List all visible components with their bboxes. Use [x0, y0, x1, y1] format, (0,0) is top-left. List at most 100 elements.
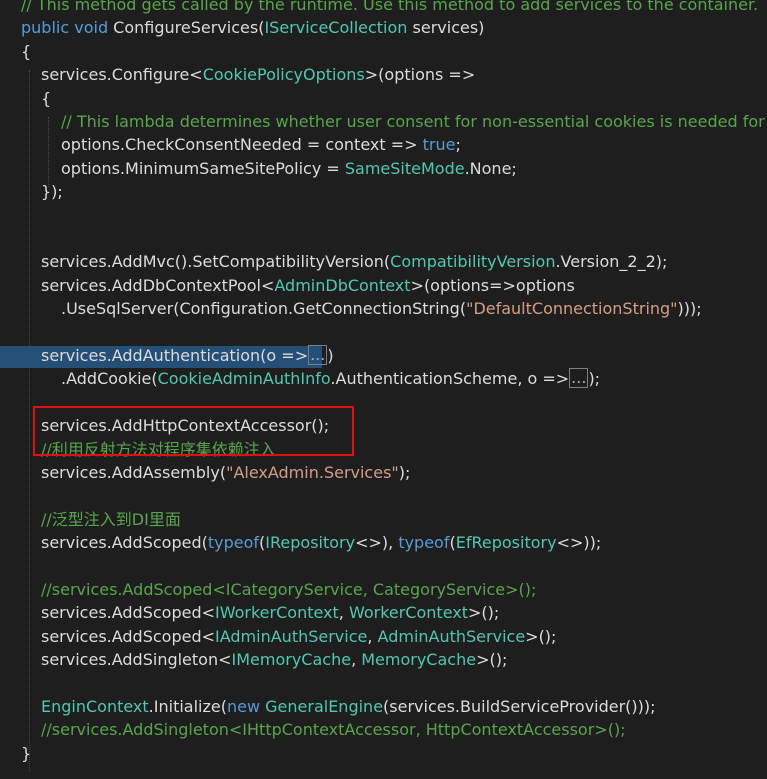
code-line[interactable]: //services.AddSingleton<IHttpContextAcce…	[0, 719, 767, 741]
code-token: CompatibilityVersion	[390, 252, 556, 272]
code-line[interactable]: options.CheckConsentNeeded = context => …	[0, 134, 767, 156]
code-token: "DefaultConnectionString"	[466, 299, 678, 319]
code-token: //services.AddSingleton<IHttpContextAcce…	[41, 720, 626, 740]
code-token: services.AddScoped<	[41, 626, 216, 646]
code-token: .None;	[464, 158, 517, 178]
code-token: ,	[367, 626, 378, 646]
code-token: services.Configure<	[41, 65, 203, 85]
code-token: EnginContext	[41, 697, 149, 716]
code-token: GeneralEngine	[265, 697, 384, 716]
code-line[interactable]	[0, 673, 767, 695]
code-token: CookieAdminAuthInfo	[157, 369, 331, 389]
code-token: ,	[338, 603, 349, 623]
code-token: .AddCookie(	[61, 369, 158, 389]
code-token: IAdminAuthService	[215, 626, 368, 646]
code-token: AdminAuthService	[377, 626, 526, 646]
code-token: {	[41, 88, 52, 108]
code-token: typeof	[398, 533, 450, 553]
code-token: }	[21, 743, 32, 763]
code-token: services)	[407, 18, 485, 38]
code-line[interactable]: services.AddScoped<IWorkerContext, Worke…	[0, 602, 767, 624]
collapsed-region-marker[interactable]: ...	[308, 345, 328, 365]
code-token: WorkerContext	[348, 603, 468, 623]
code-line[interactable]: services.AddDbContextPool<AdminDbContext…	[0, 275, 767, 297]
code-token: services.AddDbContextPool<	[41, 275, 275, 295]
code-token: });	[41, 182, 63, 202]
code-line[interactable]: services.AddScoped(typeof(IRepository<>)…	[0, 532, 767, 554]
code-token: options.MinimumSameSitePolicy =	[61, 158, 345, 178]
code-token: //services.AddScoped<ICategoryService, C…	[41, 580, 537, 599]
code-line[interactable]: services.AddSingleton<IMemoryCache, Memo…	[0, 649, 767, 671]
code-line[interactable]	[0, 485, 767, 507]
code-token: services.AddMvc().SetCompatibilityVersio…	[41, 252, 391, 272]
code-token: AdminDbContext	[274, 275, 411, 295]
code-token: //泛型注入到DI里面	[41, 509, 181, 529]
code-token: // This method gets called by the runtim…	[21, 0, 759, 14]
code-token: )));	[677, 299, 702, 319]
code-token: services.AddAuthentication(o =>	[41, 346, 309, 365]
code-token: options.CheckConsentNeeded = context =>	[61, 135, 423, 155]
code-line[interactable]: public void ConfigureServices(IServiceCo…	[0, 17, 767, 39]
code-token: IWorkerContext	[215, 603, 339, 623]
code-token: true	[422, 135, 456, 155]
code-line[interactable]: {	[0, 88, 767, 110]
code-token: .AuthenticationScheme, o =>	[330, 369, 570, 389]
code-token: services.AddSingleton<	[41, 650, 232, 670]
code-line[interactable]	[0, 205, 767, 227]
code-line[interactable]: {	[0, 41, 767, 63]
code-line[interactable]: // This lambda determines whether user c…	[0, 111, 767, 133]
code-token: .Version_2_2);	[555, 252, 668, 272]
code-token: typeof	[207, 533, 260, 553]
code-token: "AlexAdmin.Services"	[226, 463, 399, 482]
code-token: )	[327, 346, 334, 365]
code-token: ConfigureServices(	[108, 18, 265, 38]
code-line[interactable]: .UseSqlServer(Configuration.GetConnectio…	[0, 298, 767, 320]
code-token: .Initialize(	[148, 697, 227, 716]
code-token: public	[21, 18, 70, 38]
code-token: IServiceCollection	[264, 18, 408, 38]
code-token: >(options=>options	[410, 275, 575, 295]
code-token: IRepository	[265, 533, 356, 553]
code-line[interactable]: .AddCookie(CookieAdminAuthInfo.Authentic…	[0, 368, 767, 390]
code-line[interactable]: }	[0, 743, 767, 765]
code-line[interactable]: options.MinimumSameSitePolicy = SameSite…	[0, 158, 767, 180]
code-token: >();	[525, 626, 557, 646]
code-token: .UseSqlServer(Configuration.GetConnectio…	[61, 299, 467, 319]
code-line[interactable]: //services.AddScoped<ICategoryService, C…	[0, 579, 767, 601]
code-line[interactable]	[0, 228, 767, 250]
code-token: {	[21, 41, 32, 61]
code-token: );	[398, 463, 411, 482]
code-token: IMemoryCache	[231, 650, 352, 670]
code-token: services.AddAssembly(	[41, 463, 227, 482]
code-token: >(options =>	[364, 65, 476, 85]
code-token: >();	[468, 603, 500, 623]
code-token: new	[226, 697, 261, 716]
code-line[interactable]: services.AddAssembly("AlexAdmin.Services…	[0, 462, 767, 484]
code-token: services.AddScoped(	[41, 533, 208, 553]
code-line[interactable]: });	[0, 181, 767, 203]
code-token: (services.BuildServiceProvider()));	[383, 697, 656, 716]
code-token: <>));	[556, 533, 602, 553]
code-token: CookiePolicyOptions	[202, 65, 365, 85]
code-line[interactable]: //泛型注入到DI里面	[0, 509, 767, 531]
code-token: ,	[351, 650, 362, 670]
collapsed-region-marker[interactable]: ...	[569, 368, 589, 389]
code-line[interactable]: services.AddScoped<IAdminAuthService, Ad…	[0, 626, 767, 648]
code-line[interactable]: // This method gets called by the runtim…	[0, 0, 767, 16]
code-line[interactable]	[0, 556, 767, 578]
code-line[interactable]: services.AddMvc().SetCompatibilityVersio…	[0, 251, 767, 273]
code-token: >();	[476, 650, 508, 670]
annotation-highlight-box	[33, 406, 354, 457]
code-token: // This lambda determines whether user c…	[61, 112, 765, 131]
code-token: <>),	[355, 533, 399, 553]
code-token: );	[588, 369, 601, 389]
code-line[interactable]	[0, 322, 767, 344]
code-token: ;	[455, 135, 461, 155]
code-token: services.AddScoped<	[41, 603, 216, 623]
code-line[interactable]: services.AddAuthentication(o =>...)	[0, 345, 767, 367]
code-editor[interactable]: // This method gets called by the runtim…	[0, 0, 767, 779]
code-token: SameSiteMode	[344, 158, 465, 178]
code-line[interactable]: EnginContext.Initialize(new GeneralEngin…	[0, 696, 767, 718]
code-line[interactable]: services.Configure<CookiePolicyOptions>(…	[0, 64, 767, 86]
code-token: EfRepository	[455, 533, 557, 553]
